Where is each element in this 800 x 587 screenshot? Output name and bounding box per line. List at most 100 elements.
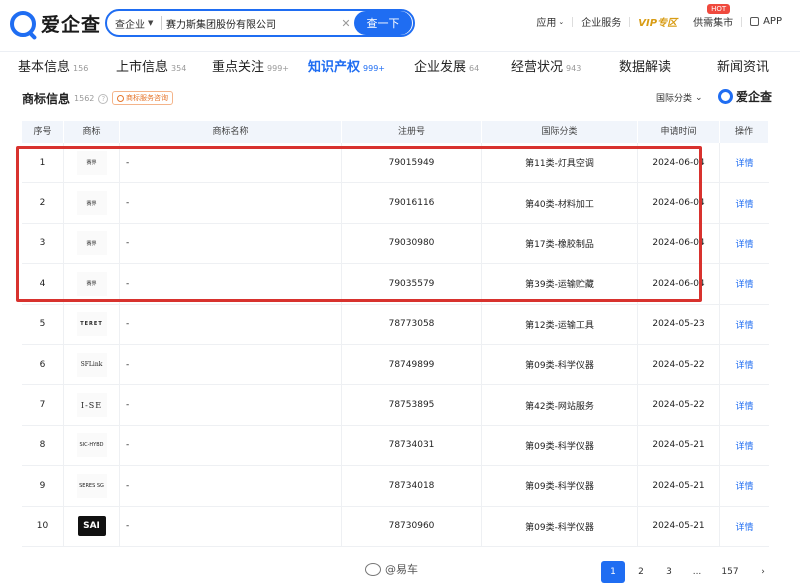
tab-label: 重点关注 xyxy=(212,60,265,75)
trademark-image[interactable]: TERET xyxy=(76,312,107,337)
tab-data-insight[interactable]: 数据解读 xyxy=(619,56,671,75)
row-class: 第12类-运输工具 xyxy=(482,304,638,344)
detail-link[interactable]: 详情 xyxy=(720,426,769,465)
row-class: 第09类-科学仪器 xyxy=(482,466,638,506)
col-date: 申请时间 xyxy=(638,121,720,143)
trademark-image[interactable]: I-SE xyxy=(76,393,107,418)
chevron-down-icon: ⌄ xyxy=(558,17,565,26)
search-type-select[interactable]: 查企业 ▼ xyxy=(107,16,159,31)
col-mark: 商标 xyxy=(64,121,120,143)
trademark-image[interactable]: SERES SG xyxy=(76,473,107,498)
tab-intellectual-property[interactable]: 知识产权 999+ xyxy=(308,56,385,75)
nav-app[interactable]: APP xyxy=(742,16,790,27)
tab-basic-info[interactable]: 基本信息 156 xyxy=(18,56,88,75)
col-class: 国际分类 xyxy=(482,121,638,143)
tab-listing-info[interactable]: 上市信息 354 xyxy=(116,56,186,75)
filter-label: 国际分类 xyxy=(656,94,693,104)
page-3[interactable]: 3 xyxy=(657,561,681,583)
table-row: 5 TERET - 78773058 第12类-运输工具 2024-05-23 … xyxy=(22,304,769,345)
service-tag-label: 商标服务咨询 xyxy=(126,94,168,102)
row-name: - xyxy=(120,385,342,425)
tab-key-focus[interactable]: 重点关注 999+ xyxy=(212,56,289,75)
tab-count: 354 xyxy=(171,64,187,73)
row-name: - xyxy=(120,304,342,344)
detail-link[interactable]: 详情 xyxy=(720,183,769,222)
detail-link[interactable]: 详情 xyxy=(720,143,769,182)
company-tabs: 基本信息 156 上市信息 354 重点关注 999+ 知识产权 999+ 企业发展 64… xyxy=(0,56,800,82)
nav-vip[interactable]: VIP专区 xyxy=(630,14,685,29)
table-row: 8 SIC-HYBD - 78734031 第09类-科学仪器 2024-05-… xyxy=(22,425,769,467)
nav-app-store[interactable]: 应用 ⌄ xyxy=(528,14,572,30)
detail-link[interactable]: 详情 xyxy=(720,224,769,263)
site-logo[interactable]: 爱企查 xyxy=(10,10,101,37)
tab-count: 999+ xyxy=(267,64,289,73)
col-reg: 注册号 xyxy=(342,121,482,143)
tab-label: 新闻资讯 xyxy=(717,60,770,75)
tab-count: 943 xyxy=(566,64,582,73)
tab-count: 64 xyxy=(469,64,480,73)
chevron-down-icon: ⌄ xyxy=(695,92,703,103)
detail-link[interactable]: 详情 xyxy=(720,507,769,546)
page-ellipsis: ... xyxy=(692,567,702,577)
row-mark-cell: SAI xyxy=(64,506,120,546)
row-class: 第09类-科学仪器 xyxy=(482,506,638,546)
trademark-image[interactable]: SAI xyxy=(77,516,106,537)
tab-operation[interactable]: 经营状况 943 xyxy=(511,56,581,75)
section-count: 1562 xyxy=(74,94,95,103)
close-icon[interactable]: ✕ xyxy=(338,17,354,30)
row-mark-cell: TERET xyxy=(64,304,120,344)
page-2[interactable]: 2 xyxy=(629,561,653,583)
nav-supply[interactable]: 供需集市 HOT xyxy=(685,4,741,29)
row-mark-cell: SERES SG xyxy=(64,466,120,506)
tab-label: 知识产权 xyxy=(308,60,361,75)
question-icon[interactable]: ? xyxy=(98,93,109,104)
row-reg: 78773058 xyxy=(342,304,482,344)
row-date: 2024-05-22 xyxy=(638,385,720,425)
page-1[interactable]: 1 xyxy=(601,561,625,583)
detail-link[interactable]: 详情 xyxy=(720,385,769,424)
row-class: 第42类-网站服务 xyxy=(482,385,638,425)
detail-link[interactable]: 详情 xyxy=(720,345,769,384)
logo-icon xyxy=(718,89,733,104)
table-header: 序号 商标 商标名称 注册号 国际分类 申请时间 操作 xyxy=(22,121,769,143)
row-date: 2024-05-21 xyxy=(638,466,720,506)
search-bar: 查企业 ▼ ✕ 查一下 xyxy=(105,9,415,37)
trademark-image[interactable]: SIC-HYBD xyxy=(76,433,107,458)
weibo-watermark: @易车 xyxy=(365,561,418,577)
search-button[interactable]: 查一下 xyxy=(354,11,412,35)
tab-development[interactable]: 企业发展 64 xyxy=(414,56,479,75)
detail-link[interactable]: 详情 xyxy=(720,264,769,303)
class-filter-dropdown[interactable]: 国际分类 ⌄ xyxy=(656,91,703,105)
nav-supply-label: 供需集市 xyxy=(693,18,734,29)
tab-news[interactable]: 新闻资讯 xyxy=(717,56,769,75)
weibo-icon xyxy=(365,562,381,576)
detail-link[interactable]: 详情 xyxy=(720,466,769,505)
trademark-image[interactable]: SFLink xyxy=(76,352,107,377)
table-row: 9 SERES SG - 78734018 第09类-科学仪器 2024-05-… xyxy=(22,466,769,507)
page-last[interactable]: 157 xyxy=(713,561,747,583)
service-icon xyxy=(117,94,124,102)
row-no: 10 xyxy=(22,506,64,546)
trademark-service-button[interactable]: 商标服务咨询 xyxy=(112,91,173,105)
row-mark-cell: I-SE xyxy=(64,385,120,425)
detail-link[interactable]: 详情 xyxy=(720,305,769,344)
tab-count: 999+ xyxy=(363,64,385,73)
row-mark-cell: SFLink xyxy=(64,344,120,385)
section-title: 商标信息 1562 ? xyxy=(22,90,109,107)
row-reg: 78753895 xyxy=(342,385,482,425)
logo-text: 爱企查 xyxy=(41,14,102,36)
row-name: - xyxy=(120,344,342,385)
search-type-label: 查企业 xyxy=(115,19,145,31)
row-reg: 78734018 xyxy=(342,466,482,506)
row-mark-cell: SIC-HYBD xyxy=(64,425,120,466)
caret-down-icon: ▼ xyxy=(148,19,154,27)
row-name: - xyxy=(120,425,342,466)
tab-label: 基本信息 xyxy=(18,60,71,75)
chevron-right-icon[interactable]: › xyxy=(751,561,775,583)
nav-app-label: APP xyxy=(763,16,782,27)
search-input[interactable] xyxy=(166,17,338,29)
table-row: 10 SAI - 78730960 第09类-科学仪器 2024-05-21 详… xyxy=(22,506,769,547)
row-name: - xyxy=(120,466,342,506)
nav-enterprise-service[interactable]: 企业服务 xyxy=(573,14,629,29)
row-date: 2024-05-22 xyxy=(638,344,720,385)
